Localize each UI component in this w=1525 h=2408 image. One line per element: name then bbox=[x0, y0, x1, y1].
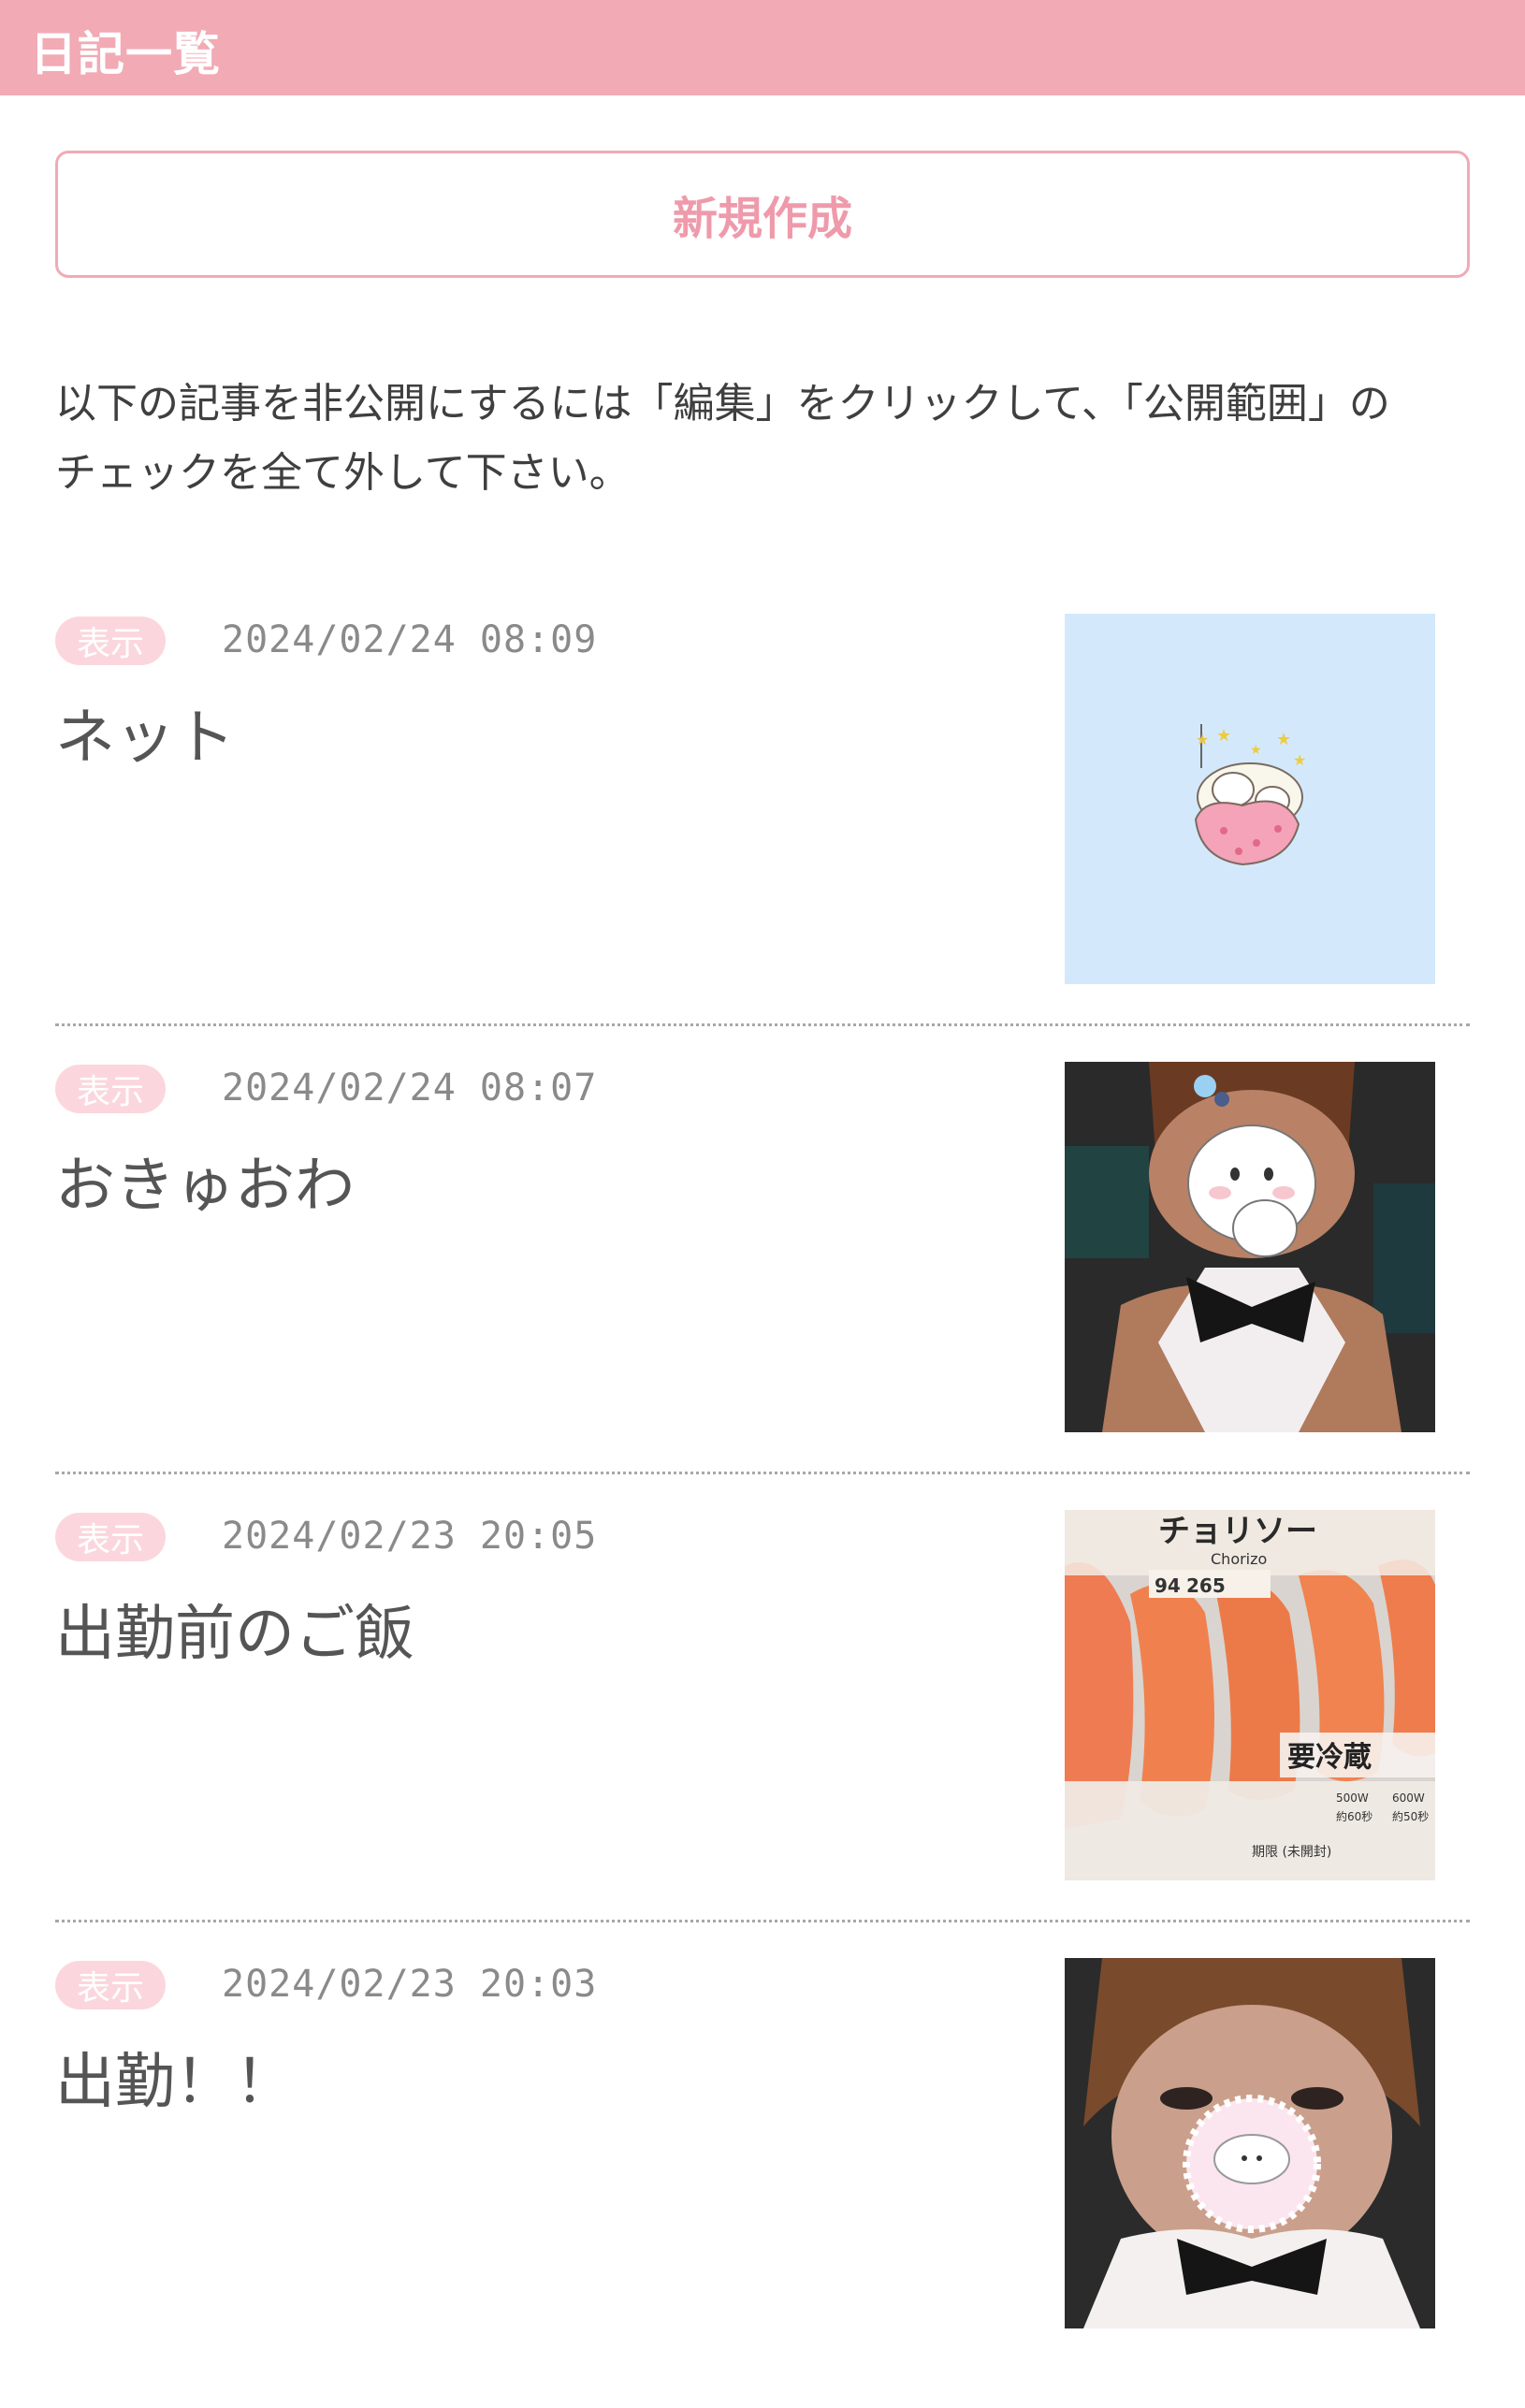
entry-datetime: 2024/02/24 08:09 bbox=[222, 618, 598, 661]
entry-divider bbox=[55, 1472, 1470, 1474]
svg-text:★: ★ bbox=[1276, 730, 1291, 749]
diary-entry[interactable]: 表示 2024/02/24 08:09 ネット ★ ★ ★ ★ ★ bbox=[55, 614, 1470, 1064]
entry-thumbnail[interactable]: ★ ★ ★ ★ ★ bbox=[1065, 614, 1435, 984]
status-badge: 表示 bbox=[55, 1961, 166, 2009]
svg-text:約60秒: 約60秒 bbox=[1336, 1809, 1372, 1823]
svg-text:265: 265 bbox=[1186, 1574, 1226, 1597]
svg-text:期限 (未開封): 期限 (未開封) bbox=[1252, 1845, 1331, 1860]
entry-title[interactable]: 出勤前のご飯 bbox=[55, 1586, 414, 1672]
svg-text:600W: 600W bbox=[1392, 1791, 1425, 1805]
svg-text:★: ★ bbox=[1216, 726, 1231, 746]
svg-text:★: ★ bbox=[1293, 751, 1306, 769]
entry-datetime: 2024/02/23 20:05 bbox=[222, 1515, 598, 1558]
entry-title[interactable]: おきゅおわ bbox=[55, 1138, 355, 1224]
status-badge: 表示 bbox=[55, 617, 166, 665]
entry-thumbnail[interactable] bbox=[1065, 1958, 1435, 2328]
page-title: 日記一覧 bbox=[30, 27, 221, 81]
entry-thumbnail[interactable] bbox=[1065, 1062, 1435, 1432]
status-badge: 表示 bbox=[55, 1513, 166, 1561]
entry-thumbnail[interactable]: チョリソー Chorizo 94 265 要冷蔵 500W 600W 約60秒 … bbox=[1065, 1510, 1435, 1880]
svg-text:★: ★ bbox=[1196, 731, 1209, 748]
svg-text:約50秒: 約50秒 bbox=[1392, 1809, 1429, 1823]
svg-text:500W: 500W bbox=[1336, 1791, 1369, 1805]
diary-entry[interactable]: 表示 2024/02/23 20:03 出勤！！ bbox=[55, 1958, 1470, 2408]
entry-divider bbox=[55, 1023, 1470, 1026]
svg-text:94: 94 bbox=[1155, 1574, 1181, 1597]
svg-text:要冷蔵: 要冷蔵 bbox=[1287, 1741, 1372, 1774]
diary-entry[interactable]: 表示 2024/02/23 20:05 出勤前のご飯 チョリソー Chorizo… bbox=[55, 1510, 1470, 1960]
instruction-text: 以下の記事を非公開にするには「編集」をクリックして、「公開範囲」のチェックを全て… bbox=[55, 380, 1390, 497]
chorizo-photo-image: チョリソー Chorizo 94 265 要冷蔵 500W 600W 約60秒 … bbox=[1065, 1510, 1435, 1880]
hamster-sticker-image: ★ ★ ★ ★ ★ bbox=[1065, 614, 1435, 984]
selfie-photo-image bbox=[1065, 1958, 1435, 2328]
entry-title[interactable]: ネット bbox=[55, 689, 235, 776]
entry-datetime: 2024/02/24 08:07 bbox=[222, 1066, 598, 1110]
diary-entry[interactable]: 表示 2024/02/24 08:07 おきゅおわ bbox=[55, 1062, 1470, 1512]
new-entry-button[interactable]: 新規作成 bbox=[55, 151, 1470, 278]
svg-text:★: ★ bbox=[1250, 743, 1262, 758]
entry-title[interactable]: 出勤！！ bbox=[55, 2034, 295, 2120]
svg-text:チョリソー: チョリソー bbox=[1158, 1513, 1317, 1550]
entry-divider bbox=[55, 1920, 1470, 1922]
svg-text:Chorizo: Chorizo bbox=[1211, 1550, 1267, 1568]
selfie-photo-image bbox=[1065, 1062, 1435, 1432]
status-badge: 表示 bbox=[55, 1065, 166, 1113]
entry-datetime: 2024/02/23 20:03 bbox=[222, 1963, 598, 2006]
header-bar: 日記一覧 bbox=[0, 0, 1525, 95]
